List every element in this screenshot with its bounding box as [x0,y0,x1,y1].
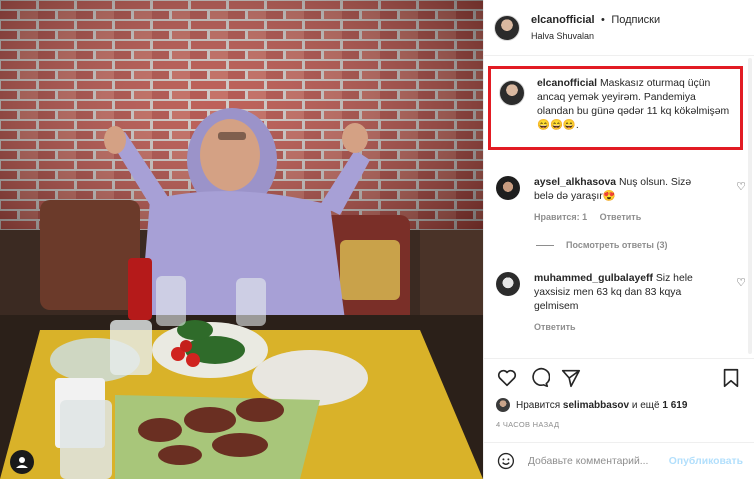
scrollbar[interactable] [748,58,752,354]
comment-meta: Ответить [534,320,709,334]
post-image [0,0,483,479]
likes-count[interactable]: 1 619 [662,400,687,411]
reply-button[interactable]: Ответить [534,322,576,332]
instagram-post: elcanofficial • Подписки Halva Shuvalan … [0,0,754,479]
emoji-icon[interactable] [496,451,516,471]
caption-avatar[interactable] [499,80,525,106]
likes-prefix: Нравится [516,399,561,411]
commenter-username[interactable]: aysel_alkhasova [534,177,616,188]
post-header: elcanofficial • Подписки Halva Shuvalan [484,0,754,56]
user-icon [16,457,28,468]
likes-summary: Нравится selimabbasov и ещё 1 619 [496,398,687,412]
like-icon[interactable] [496,367,518,389]
comment-meta: Нравится: 1 Ответить [534,210,709,224]
caption: elcanofficial Maskasız oturmaq üçün anca… [537,77,732,147]
commenter-avatar[interactable] [496,272,520,296]
liker-username[interactable]: selimabbasov [563,400,629,411]
replies-line [536,244,554,246]
view-replies-label[interactable]: Посмотреть ответы (3) [566,240,667,250]
comment-form: Опубликовать [484,442,754,479]
tagged-user-button[interactable] [10,450,34,474]
view-replies[interactable]: Посмотреть ответы (3) [536,240,667,250]
location-link[interactable]: Halva Shuvalan [531,29,660,43]
author-username[interactable]: elcanofficial [531,14,595,26]
following-button[interactable]: Подписки [611,14,660,26]
author-info: elcanofficial • Подписки Halva Shuvalan [531,12,660,43]
likes-middle: и ещё [631,399,660,411]
comment-item: muhammed_gulbalayeff Siz hele yaxsisiz m… [496,272,746,334]
heart-icon[interactable]: ♡ [736,276,746,289]
heart-icon[interactable]: ♡ [736,180,746,193]
post-sidebar: elcanofficial • Подписки Halva Shuvalan … [483,0,754,479]
publish-button[interactable]: Опубликовать [669,456,743,467]
caption-highlight: elcanofficial Maskasız oturmaq üçün anca… [488,66,743,150]
action-bar [484,358,754,398]
comment-body: aysel_alkhasova Nuş olsun. Sizə belə də … [534,176,709,224]
reply-button[interactable]: Ответить [600,212,642,222]
share-icon[interactable] [560,367,582,389]
comment-input[interactable] [527,455,663,467]
author-avatar[interactable] [494,14,520,41]
post-timestamp[interactable]: 4 ЧАСОВ НАЗАД [496,420,559,429]
bookmark-icon[interactable] [720,367,742,389]
comment-icon[interactable] [528,367,550,389]
post-photo[interactable] [0,0,483,479]
separator-dot: • [601,14,605,26]
commenter-avatar[interactable] [496,176,520,200]
comment-likes[interactable]: Нравится: 1 [534,212,587,222]
comment-body: muhammed_gulbalayeff Siz hele yaxsisiz m… [534,272,709,334]
comment-item: aysel_alkhasova Nuş olsun. Sizə belə də … [496,176,746,224]
commenter-username[interactable]: muhammed_gulbalayeff [534,273,653,284]
liker-avatar[interactable] [496,398,510,412]
caption-username[interactable]: elcanofficial [537,78,597,89]
